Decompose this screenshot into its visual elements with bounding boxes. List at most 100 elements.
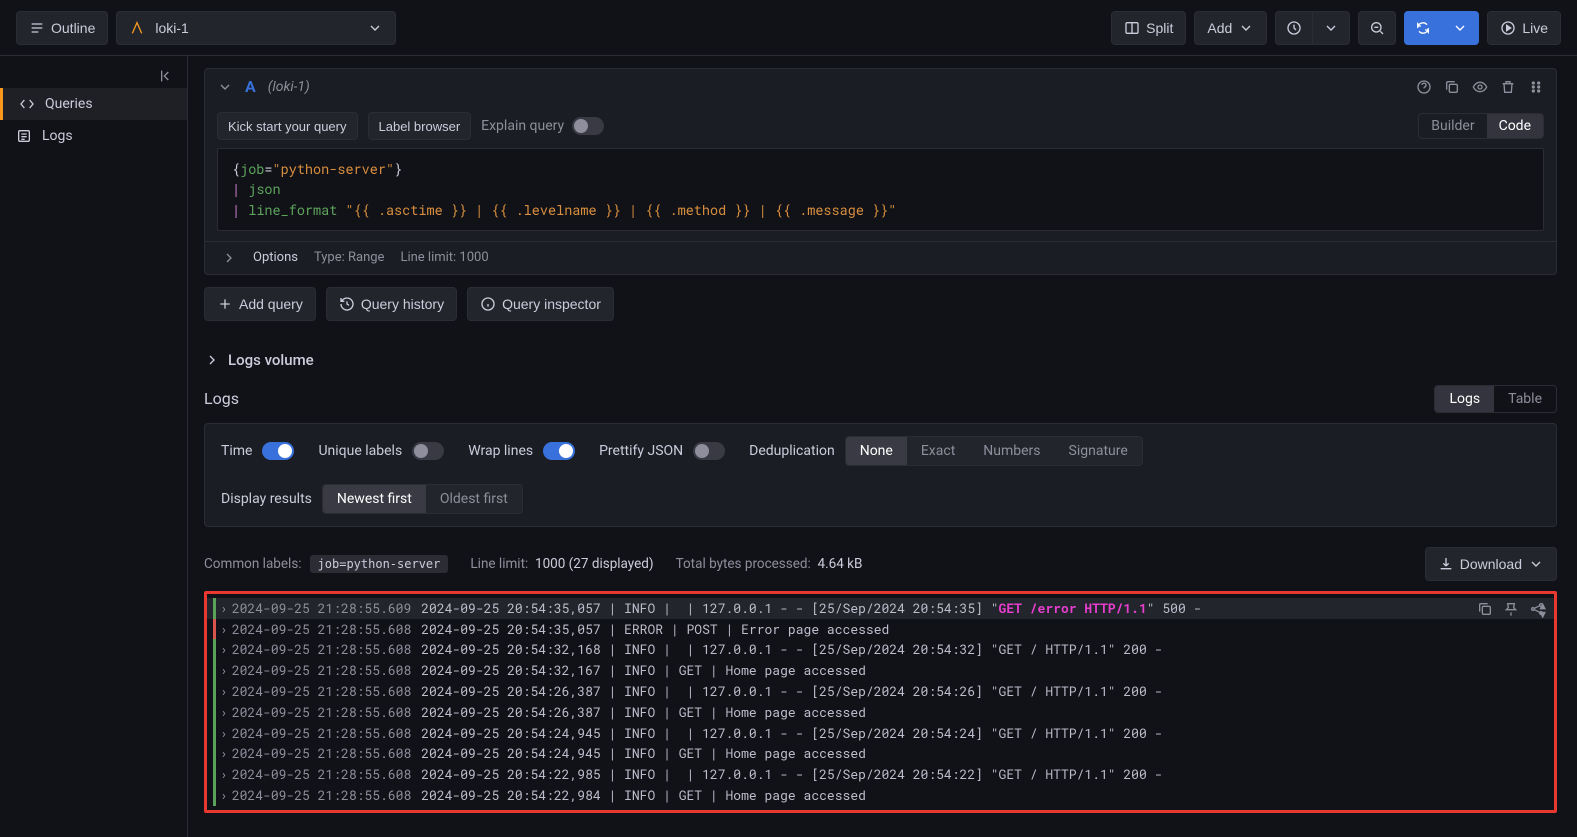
- chevron-right-icon[interactable]: ›: [220, 681, 228, 702]
- chevron-right-icon[interactable]: ›: [220, 639, 228, 660]
- live-button[interactable]: Live: [1487, 11, 1561, 45]
- split-button[interactable]: Split: [1111, 11, 1186, 45]
- logs-volume-header[interactable]: Logs volume: [204, 341, 1557, 379]
- wrap-lines-label: Wrap lines: [468, 443, 533, 459]
- logs-volume-label: Logs volume: [228, 351, 314, 369]
- dedup-exact[interactable]: Exact: [907, 437, 969, 465]
- refresh-icon: [1415, 20, 1431, 36]
- query-options-row[interactable]: Options Type: Range Line limit: 1000: [205, 241, 1556, 274]
- zoom-out-button[interactable]: [1358, 11, 1396, 45]
- chevron-down-icon[interactable]: [217, 79, 233, 95]
- log-timestamp: 2024-09-25 21:28:55.608: [232, 639, 411, 660]
- dedup-label: Deduplication: [749, 443, 835, 459]
- logs-icon: [16, 128, 32, 144]
- datasource-selector[interactable]: loki-1: [116, 11, 396, 45]
- mode-code[interactable]: Code: [1487, 114, 1543, 138]
- log-row[interactable]: ›2024-09-25 21:28:55.6082024-09-25 20:54…: [207, 681, 1554, 702]
- bytes-label: Total bytes processed:: [676, 556, 811, 572]
- time-switch[interactable]: [262, 442, 294, 460]
- log-level-bar: [213, 785, 216, 806]
- chevron-right-icon[interactable]: ›: [220, 785, 228, 806]
- copy-icon[interactable]: [1477, 601, 1493, 617]
- log-level-bar: [213, 764, 216, 785]
- query-header: A (loki-1): [205, 69, 1556, 104]
- time-range-dropdown[interactable]: [1313, 11, 1350, 45]
- chevron-right-icon[interactable]: ›: [220, 660, 228, 681]
- line-limit-label: Line limit:: [470, 556, 528, 572]
- log-row[interactable]: ›2024-09-25 21:28:55.6082024-09-25 20:54…: [207, 639, 1554, 660]
- sidebar-item-queries[interactable]: Queries: [0, 88, 187, 120]
- sidebar-item-logs[interactable]: Logs: [0, 120, 187, 152]
- chevron-right-icon[interactable]: ›: [220, 598, 228, 619]
- chevron-right-icon: [204, 352, 220, 368]
- play-icon: [1500, 20, 1516, 36]
- chevron-right-icon[interactable]: ›: [220, 743, 228, 764]
- options-label: Options: [253, 250, 298, 265]
- add-query-button[interactable]: Add query: [204, 287, 316, 321]
- log-row[interactable]: ›2024-09-25 21:28:55.6082024-09-25 20:54…: [207, 702, 1554, 723]
- common-label-chip: job=python-server: [310, 555, 449, 573]
- query-history-button[interactable]: Query history: [326, 287, 457, 321]
- view-table[interactable]: Table: [1494, 386, 1556, 412]
- prettify-switch[interactable]: [693, 442, 725, 460]
- download-button[interactable]: Download: [1425, 547, 1557, 581]
- refresh-button[interactable]: [1404, 11, 1442, 45]
- log-level-bar: [213, 743, 216, 764]
- explain-label: Explain query: [481, 118, 564, 134]
- log-row-actions: [1477, 601, 1545, 617]
- add-label: Add: [1207, 20, 1232, 36]
- wrap-lines-switch[interactable]: [543, 442, 575, 460]
- log-row[interactable]: ›2024-09-25 21:28:55.6092024-09-25 20:54…: [207, 598, 1554, 619]
- pin-icon[interactable]: [1503, 601, 1519, 617]
- chevron-right-icon[interactable]: ›: [220, 764, 228, 785]
- help-icon[interactable]: [1416, 79, 1432, 95]
- log-row[interactable]: ›2024-09-25 21:28:55.6082024-09-25 20:54…: [207, 723, 1554, 744]
- chevron-right-icon[interactable]: ›: [220, 723, 228, 744]
- time-range-button[interactable]: [1275, 11, 1313, 45]
- explain-switch[interactable]: [572, 117, 604, 135]
- mode-builder[interactable]: Builder: [1419, 114, 1486, 138]
- copy-icon[interactable]: [1444, 79, 1460, 95]
- unique-labels-label: Unique labels: [318, 443, 402, 459]
- kickstart-button[interactable]: Kick start your query: [217, 112, 358, 140]
- chevron-right-icon[interactable]: ›: [220, 619, 228, 640]
- label-browser-button[interactable]: Label browser: [368, 112, 472, 140]
- unique-labels-switch[interactable]: [412, 442, 444, 460]
- log-row[interactable]: ›2024-09-25 21:28:55.6082024-09-25 20:54…: [207, 785, 1554, 806]
- log-level-bar: [213, 681, 216, 702]
- line-limit-label: Line limit: 1000: [400, 250, 488, 265]
- dedup-signature[interactable]: Signature: [1055, 437, 1142, 465]
- log-timestamp: 2024-09-25 21:28:55.608: [232, 660, 411, 681]
- share-icon[interactable]: [1529, 601, 1545, 617]
- time-range-group: [1275, 11, 1350, 45]
- log-timestamp: 2024-09-25 21:28:55.608: [232, 619, 411, 640]
- log-row[interactable]: ›2024-09-25 21:28:55.6082024-09-25 20:54…: [207, 660, 1554, 681]
- log-timestamp: 2024-09-25 21:28:55.608: [232, 785, 411, 806]
- sidebar-collapse[interactable]: [0, 64, 187, 88]
- add-query-label: Add query: [239, 296, 303, 312]
- add-button[interactable]: Add: [1194, 11, 1267, 45]
- code-icon: [19, 96, 35, 112]
- top-toolbar: Outline loki-1 Split Add Live: [0, 0, 1577, 56]
- view-logs[interactable]: Logs: [1435, 386, 1494, 412]
- dedup-options: None Exact Numbers Signature: [845, 436, 1143, 466]
- chevron-right-icon[interactable]: ›: [220, 702, 228, 723]
- refresh-dropdown[interactable]: [1442, 11, 1479, 45]
- order-newest[interactable]: Newest first: [323, 485, 426, 513]
- order-oldest[interactable]: Oldest first: [426, 485, 522, 513]
- outline-button[interactable]: Outline: [16, 11, 108, 45]
- display-results-label: Display results: [221, 491, 312, 507]
- dedup-none[interactable]: None: [846, 437, 907, 465]
- drag-icon[interactable]: [1528, 79, 1544, 95]
- chevron-down-icon: [1452, 20, 1468, 36]
- log-row[interactable]: ›2024-09-25 21:28:55.6082024-09-25 20:54…: [207, 743, 1554, 764]
- log-row[interactable]: ›2024-09-25 21:28:55.6082024-09-25 20:54…: [207, 619, 1554, 640]
- trash-icon[interactable]: [1500, 79, 1516, 95]
- log-row[interactable]: ›2024-09-25 21:28:55.6082024-09-25 20:54…: [207, 764, 1554, 785]
- eye-icon[interactable]: [1472, 79, 1488, 95]
- line-limit-val: 1000 (27 displayed): [535, 556, 654, 572]
- dedup-numbers[interactable]: Numbers: [969, 437, 1054, 465]
- query-code-editor[interactable]: {job="python-server"} | json | line_form…: [217, 148, 1544, 231]
- chevron-right-icon: [221, 250, 237, 266]
- query-inspector-button[interactable]: Query inspector: [467, 287, 614, 321]
